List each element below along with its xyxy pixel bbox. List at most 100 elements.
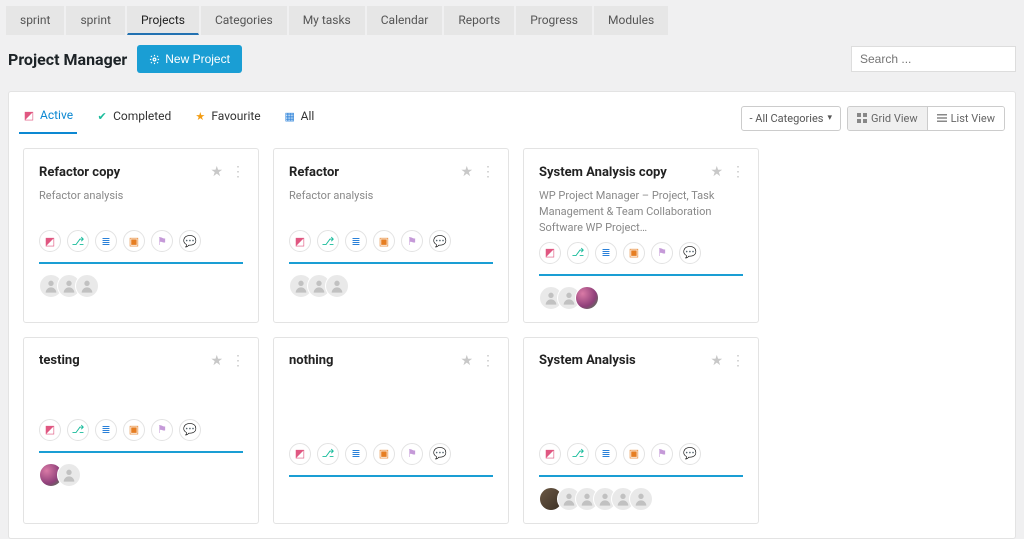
nav-tab-sprint[interactable]: sprint: [6, 6, 64, 35]
nav-tab-calendar[interactable]: Calendar: [367, 6, 443, 35]
more-icon[interactable]: ⋮: [731, 353, 743, 369]
tree-icon[interactable]: ⎇: [67, 230, 89, 252]
avatar[interactable]: [629, 487, 653, 511]
filter-tab-all[interactable]: ▦All: [280, 102, 319, 134]
project-card[interactable]: nothing★⋮◩⎇≣▣⚑💬: [273, 337, 509, 524]
new-project-label: New Project: [165, 52, 230, 66]
list-view-label: List View: [951, 112, 995, 125]
status-icon[interactable]: ◩: [289, 443, 311, 465]
chat-icon[interactable]: 💬: [179, 419, 201, 441]
status-icon[interactable]: ◩: [289, 230, 311, 252]
folder-icon[interactable]: ▣: [373, 230, 395, 252]
project-card[interactable]: System Analysis★⋮◩⎇≣▣⚑💬: [523, 337, 759, 524]
card-title: Refactor copy: [39, 165, 120, 180]
nav-tab-sprint[interactable]: sprint: [66, 6, 124, 35]
project-card[interactable]: System Analysis copy★⋮WP Project Manager…: [523, 148, 759, 323]
nav-tab-progress[interactable]: Progress: [516, 6, 592, 35]
filter-bar: ◩Active ✔Completed ★Favourite ▦All - All Ca…: [9, 92, 1015, 134]
card-head-icons: ★⋮: [460, 164, 493, 180]
flag-icon[interactable]: ⚑: [151, 419, 173, 441]
status-icon[interactable]: ◩: [539, 242, 561, 264]
filter-tab-label: All: [301, 109, 315, 123]
list-icon[interactable]: ≣: [95, 419, 117, 441]
card-header: System Analysis copy★⋮: [539, 164, 743, 180]
project-card[interactable]: testing ★ ⋮ ◩ ⎇ ≣ ▣ ⚑ 💬: [23, 337, 259, 524]
tree-icon[interactable]: ⎇: [67, 419, 89, 441]
folder-icon[interactable]: ▣: [123, 230, 145, 252]
list-view-button[interactable]: List View: [927, 107, 1004, 130]
card-head-icons: ★⋮: [710, 353, 743, 369]
tree-icon[interactable]: ⎇: [567, 443, 589, 465]
tree-icon[interactable]: ⎇: [317, 443, 339, 465]
project-card[interactable]: Refactor★⋮Refactor analysis◩⎇≣▣⚑💬: [273, 148, 509, 323]
grid-view-button[interactable]: Grid View: [848, 107, 927, 130]
more-icon[interactable]: ⋮: [731, 164, 743, 180]
progress-bar: [39, 262, 243, 264]
chat-icon[interactable]: 💬: [179, 230, 201, 252]
list-icon[interactable]: ≣: [595, 443, 617, 465]
nav-tab-my-tasks[interactable]: My tasks: [289, 6, 365, 35]
star-icon[interactable]: ★: [710, 164, 723, 180]
status-icon[interactable]: ◩: [39, 230, 61, 252]
progress-fill: [539, 475, 743, 477]
avatar-row: [39, 463, 243, 487]
star-icon[interactable]: ★: [210, 164, 223, 180]
list-icon[interactable]: ≣: [595, 242, 617, 264]
more-icon[interactable]: ⋮: [231, 353, 243, 369]
filter-tab-active[interactable]: ◩Active: [19, 102, 77, 134]
folder-icon[interactable]: ▣: [373, 443, 395, 465]
nav-tab-reports[interactable]: Reports: [444, 6, 514, 35]
progress-bar: [289, 262, 493, 264]
more-icon[interactable]: ⋮: [231, 164, 243, 180]
folder-icon[interactable]: ▣: [623, 443, 645, 465]
nav-tab-modules[interactable]: Modules: [594, 6, 668, 35]
chat-icon[interactable]: 💬: [679, 443, 701, 465]
card-description: [289, 377, 493, 437]
active-icon: ◩: [23, 109, 35, 121]
folder-icon[interactable]: ▣: [123, 419, 145, 441]
more-icon[interactable]: ⋮: [481, 164, 493, 180]
flag-icon[interactable]: ⚑: [401, 443, 423, 465]
filter-tab-favourite[interactable]: ★Favourite: [190, 102, 264, 134]
card-header: testing ★ ⋮: [39, 353, 243, 369]
search-input[interactable]: [851, 46, 1016, 72]
grid-view-label: Grid View: [871, 112, 918, 125]
star-icon[interactable]: ★: [210, 353, 223, 369]
flag-icon[interactable]: ⚑: [401, 230, 423, 252]
list-icon[interactable]: ≣: [345, 443, 367, 465]
star-icon[interactable]: ★: [710, 353, 723, 369]
category-dropdown[interactable]: - All Categories ▾: [741, 106, 842, 131]
card-title: testing: [39, 353, 80, 368]
more-icon[interactable]: ⋮: [481, 353, 493, 369]
status-icon[interactable]: ◩: [39, 419, 61, 441]
project-card[interactable]: Refactor copy★⋮Refactor analysis◩⎇≣▣⚑💬: [23, 148, 259, 323]
chat-icon[interactable]: 💬: [429, 230, 451, 252]
list-icon[interactable]: ≣: [345, 230, 367, 252]
filter-tab-completed[interactable]: ✔Completed: [92, 102, 175, 134]
tree-icon[interactable]: ⎇: [317, 230, 339, 252]
flag-icon[interactable]: ⚑: [151, 230, 173, 252]
tree-icon[interactable]: ⎇: [567, 242, 589, 264]
fav-icon: ★: [194, 110, 206, 122]
nav-tab-categories[interactable]: Categories: [201, 6, 287, 35]
folder-icon[interactable]: ▣: [623, 242, 645, 264]
new-project-button[interactable]: New Project: [137, 45, 242, 73]
flag-icon[interactable]: ⚑: [651, 242, 673, 264]
avatar[interactable]: [575, 286, 599, 310]
top-nav-tabs: sprintsprintProjectsCategoriesMy tasksCa…: [0, 0, 1024, 35]
status-icon[interactable]: ◩: [539, 443, 561, 465]
chevron-down-icon: ▾: [827, 113, 832, 123]
flag-icon[interactable]: ⚑: [651, 443, 673, 465]
star-icon[interactable]: ★: [460, 353, 473, 369]
avatar[interactable]: [325, 274, 349, 298]
card-description: [39, 377, 243, 413]
avatar[interactable]: [75, 274, 99, 298]
nav-tab-projects[interactable]: Projects: [127, 6, 199, 35]
list-icon[interactable]: ≣: [95, 230, 117, 252]
avatar-row: [39, 274, 243, 298]
chat-icon[interactable]: 💬: [679, 242, 701, 264]
star-icon[interactable]: ★: [460, 164, 473, 180]
avatar[interactable]: [57, 463, 81, 487]
chat-icon[interactable]: 💬: [429, 443, 451, 465]
filter-right: - All Categories ▾ Grid View List View: [741, 106, 1006, 131]
